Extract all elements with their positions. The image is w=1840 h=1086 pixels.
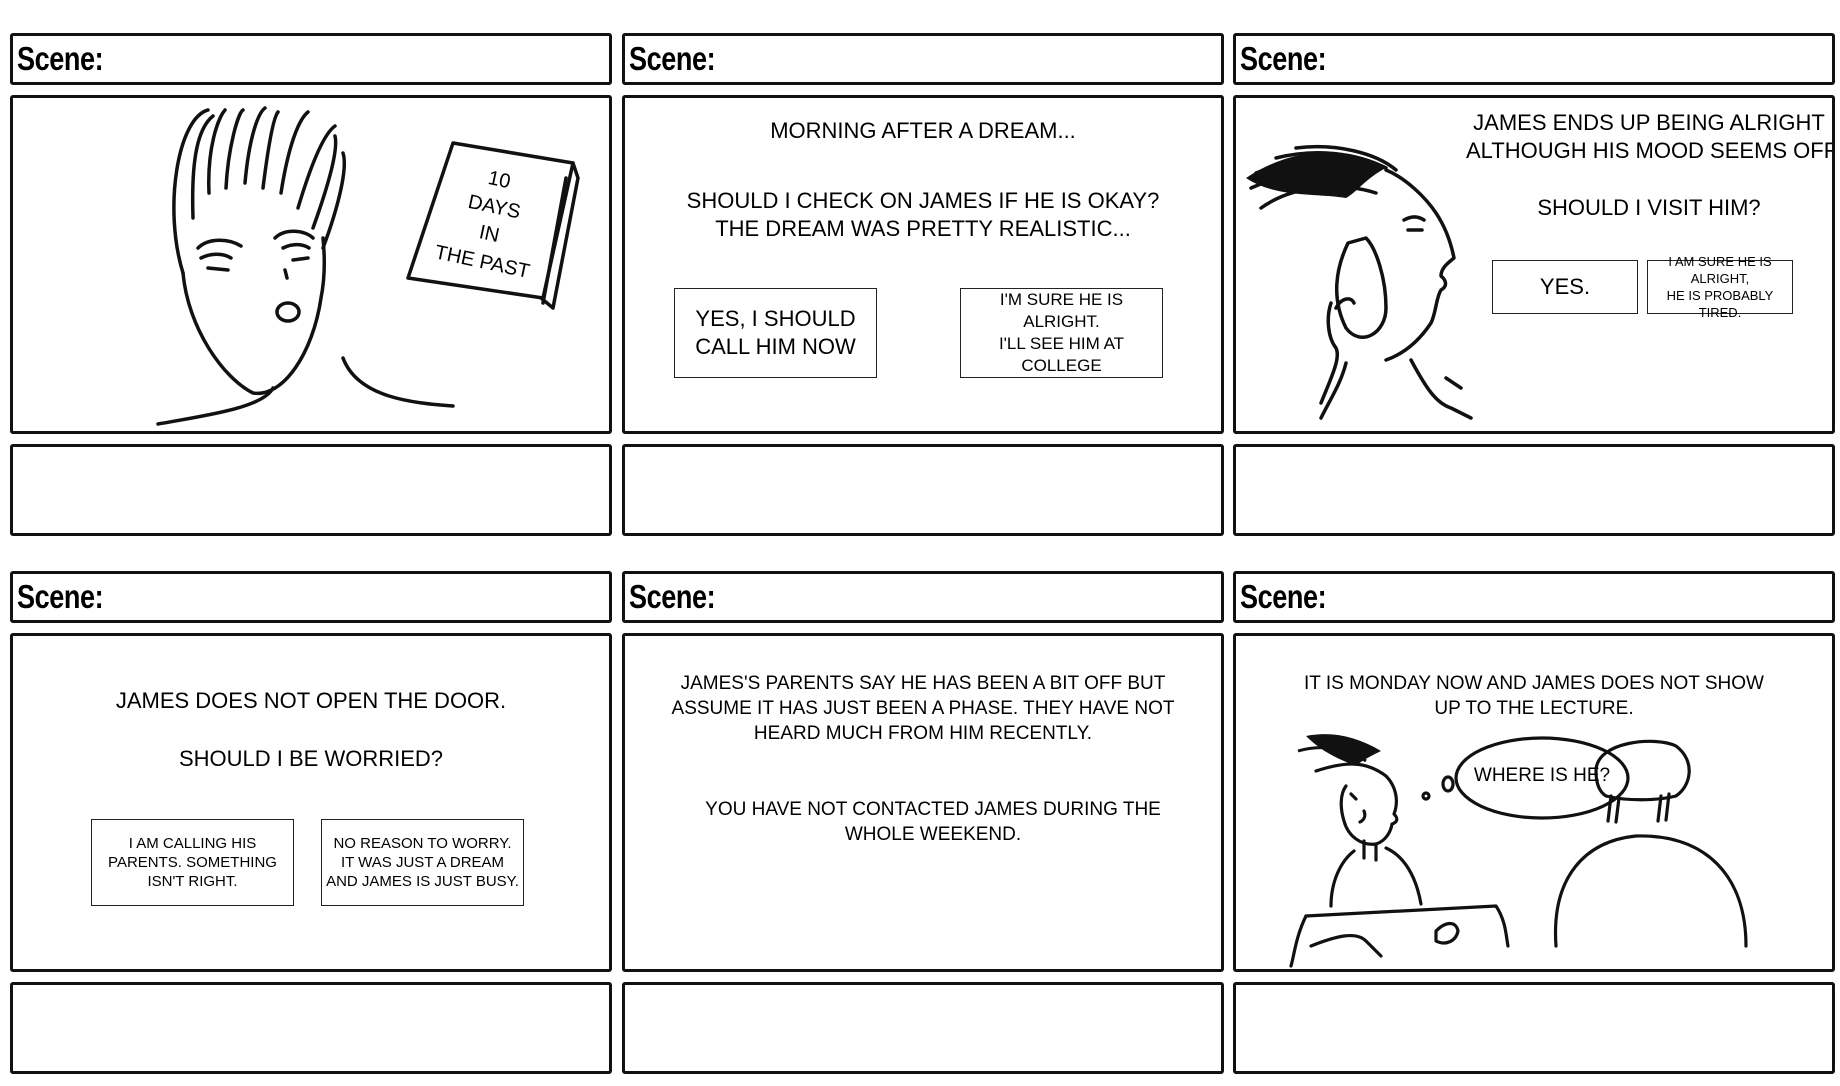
scene-label: Scene: [17, 578, 104, 615]
panel-5: JAMES'S PARENTS SAY HE HAS BEEN A BIT OF… [622, 633, 1224, 972]
choice-label: I'M SURE HE IS ALRIGHT. I'LL SEE HIM AT … [998, 290, 1125, 375]
scene-label: Scene: [17, 40, 104, 77]
calendar-text: DAYS [466, 191, 522, 224]
panel-text: JAMES ENDS UP BEING ALRIGHT [1473, 110, 1825, 135]
choice-yes-visit-button[interactable]: YES. [1492, 260, 1638, 314]
panel-4: JAMES DOES NOT OPEN THE DOOR. SHOULD I B… [10, 633, 612, 972]
choice-label: YES, I SHOULD CALL HIM NOW [695, 306, 856, 359]
choice-yes-call-button[interactable]: YES, I SHOULD CALL HIM NOW [674, 288, 877, 378]
caption-box-3[interactable] [1233, 444, 1835, 536]
choice-label: I AM CALLING HIS PARENTS. SOMETHING ISN'… [108, 835, 277, 890]
panel-text: WHOLE WEEKEND. [844, 824, 1022, 845]
caption-box-1[interactable] [10, 444, 612, 536]
panel-6: IT IS MONDAY NOW AND JAMES DOES NOT SHOW… [1233, 633, 1835, 972]
scene-title-box-4[interactable]: Scene: [10, 571, 612, 623]
panel-text: THE DREAM WAS PRETTY REALISTIC... [715, 216, 1131, 241]
choice-no-worry-button[interactable]: NO REASON TO WORRY. IT WAS JUST A DREAM … [321, 819, 524, 906]
choice-probably-tired-button[interactable]: I AM SURE HE IS ALRIGHT, HE IS PROBABLY … [1647, 254, 1793, 320]
panel-2: MORNING AFTER A DREAM... SHOULD I CHECK … [622, 95, 1224, 434]
scene-title-box-3[interactable]: Scene: [1233, 33, 1835, 85]
panel-text: JAMES'S PARENTS SAY HE HAS BEEN A BIT OF… [680, 673, 1166, 694]
choice-label: I AM SURE HE IS ALRIGHT, HE IS PROBABLY … [1666, 254, 1774, 320]
calendar-text: THE PAST [433, 241, 532, 283]
panel-question: SHOULD I VISIT HIM? [1537, 195, 1761, 220]
calendar-text: IN [477, 221, 501, 247]
calendar-text: 10 [486, 167, 512, 193]
panel-text: JAMES DOES NOT OPEN THE DOOR. [115, 688, 507, 713]
panel-question: SHOULD I BE WORRIED? [178, 746, 444, 771]
caption-box-6[interactable] [1233, 982, 1835, 1074]
scene-title-box-2[interactable]: Scene: [622, 33, 1224, 85]
thought-bubble-text: WHERE IS HE? [1473, 765, 1611, 786]
caption-box-2[interactable] [622, 444, 1224, 536]
choice-label: YES. [1539, 274, 1591, 299]
scene-title-box-6[interactable]: Scene: [1233, 571, 1835, 623]
scene-title-box-1[interactable]: Scene: [10, 33, 612, 85]
panel-3: JAMES ENDS UP BEING ALRIGHT ALTHOUGH HIS… [1233, 95, 1835, 434]
scene-title-box-5[interactable]: Scene: [622, 571, 1224, 623]
panel-1: 10 DAYS IN THE PAST [10, 95, 612, 434]
panel-text: HEARD MUCH FROM HIM RECENTLY. [753, 723, 1093, 744]
panel-title: MORNING AFTER A DREAM... [770, 118, 1076, 143]
panel-text: ALTHOUGH HIS MOOD SEEMS OFF. [1466, 138, 1835, 163]
choice-call-parents-button[interactable]: I AM CALLING HIS PARENTS. SOMETHING ISN'… [91, 819, 294, 906]
choice-label: NO REASON TO WORRY. IT WAS JUST A DREAM … [326, 835, 519, 890]
panel-text: SHOULD I CHECK ON JAMES IF HE IS OKAY? [686, 188, 1160, 213]
caption-box-4[interactable] [10, 982, 612, 1074]
scene-label: Scene: [629, 578, 716, 615]
lecture-hall-illustration [1289, 734, 1748, 968]
scene-label: Scene: [629, 40, 716, 77]
girl-calendar-illustration: 10 DAYS IN THE PAST [156, 106, 580, 426]
scene-label: Scene: [1240, 40, 1327, 77]
scene-label: Scene: [1240, 578, 1327, 615]
caption-box-5[interactable] [622, 982, 1224, 1074]
choice-see-at-college-button[interactable]: I'M SURE HE IS ALRIGHT. I'LL SEE HIM AT … [960, 288, 1163, 378]
panel-text: ASSUME IT HAS JUST BEEN A PHASE. THEY HA… [671, 698, 1175, 719]
panel-text: YOU HAVE NOT CONTACTED JAMES DURING THE [705, 799, 1161, 820]
